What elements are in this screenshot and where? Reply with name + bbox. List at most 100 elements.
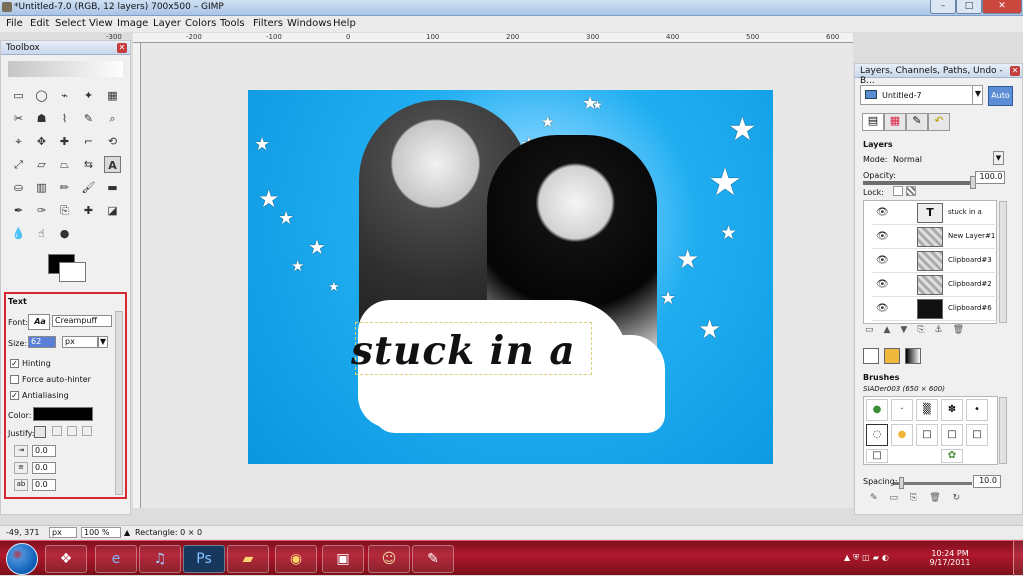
clone-icon[interactable]: ⎘ [56,202,73,219]
brushes-scrollbar[interactable] [999,397,1007,464]
align-icon[interactable]: ✚ [56,133,73,150]
image-canvas[interactable]: ★ ★ ★ ★ ★ ★ ★ ★ ★ ★ ★ ★ ★ ★ ★ ★ ★ ★ stuc… [248,90,773,464]
gradients-tab-icon[interactable] [905,348,921,364]
maximize-button[interactable]: □ [956,0,982,14]
minimize-button[interactable]: – [930,0,956,14]
menu-help[interactable]: Help [333,18,356,29]
windows-icon[interactable]: ❖ [45,545,87,573]
layers-scrollbar[interactable] [999,201,1007,323]
pencil-icon[interactable]: ✏ [56,179,73,196]
brush-item[interactable]: ● [866,399,888,421]
unit-menu[interactable]: px [49,527,77,538]
brush-item[interactable]: □ [916,424,938,446]
spacing-slider[interactable] [894,482,972,485]
menu-image[interactable]: Image [117,18,148,29]
foreground-select-icon[interactable]: ☗ [33,110,50,127]
auto-button[interactable]: Auto [988,86,1013,106]
lock-alpha-icon[interactable] [906,186,916,196]
indent-field[interactable]: 0.0 [32,445,56,457]
justify-fill-icon[interactable] [82,426,92,436]
opacity-slider[interactable] [863,181,975,185]
measure-icon[interactable]: ⌖ [10,133,27,150]
image-selector[interactable]: Untitled-7 [860,85,983,105]
airbrush-icon[interactable]: ✒ [10,202,27,219]
photoshop-icon[interactable]: Ps [183,545,225,573]
menu-windows[interactable]: Windows [287,18,332,29]
canvas-area[interactable]: ★ ★ ★ ★ ★ ★ ★ ★ ★ ★ ★ ★ ★ ★ ★ ★ ★ ★ stuc… [141,43,853,508]
menu-edit[interactable]: Edit [30,18,49,29]
clock[interactable]: 10:24 PM 9/17/2011 [928,549,972,567]
itunes-icon[interactable]: ♫ [139,545,181,573]
size-field[interactable]: 62 [28,336,56,348]
menu-file[interactable]: File [6,18,23,29]
brush-action-icons[interactable]: ✎▭⎘🗑↻ [870,493,1006,505]
brush-item[interactable]: □ [966,424,988,446]
brush-item[interactable]: ✽ [941,399,963,421]
mode-dropdown-icon[interactable]: ▼ [993,151,1004,165]
zoom-icon[interactable]: ⌕ [104,110,121,127]
text-color-swatch[interactable] [33,407,93,421]
brush-item[interactable]: ▒ [916,399,938,421]
paths-icon[interactable]: ⌇ [56,110,73,127]
unit-dropdown-icon[interactable]: ▼ [98,336,108,348]
patterns-tab-icon[interactable] [884,348,900,364]
lasso-icon[interactable]: ⌁ [56,87,73,104]
perspective-icon[interactable]: ⏢ [56,156,73,173]
panel-close-icon[interactable]: ✕ [1010,66,1020,76]
force-autohinter-checkbox[interactable] [10,375,19,384]
layer-row[interactable]: 👁 New Layer#1 [872,225,1004,249]
flip-icon[interactable]: ⇆ [80,156,97,173]
brush-item[interactable]: ◌ [866,424,888,446]
ink-icon[interactable]: ✑ [33,202,50,219]
brush-item[interactable]: ● [891,424,913,446]
brush-item[interactable]: • [966,399,988,421]
opacity-value[interactable]: 100.0 [975,171,1005,184]
justify-center-icon[interactable] [67,426,77,436]
brush-item[interactable]: □ [866,449,888,463]
rotate-icon[interactable]: ⟲ [104,133,121,150]
line-spacing-field[interactable]: 0.0 [32,462,56,474]
menu-layer[interactable]: Layer [153,18,181,29]
spacing-slider-thumb[interactable] [899,477,904,489]
font-field[interactable]: Creampuff [52,315,112,327]
scissors-icon[interactable]: ✂ [10,110,27,127]
layer-row[interactable]: 👁 Clipboard#2 [872,273,1004,297]
unit-select[interactable]: px [62,336,98,348]
brush-item[interactable]: · [891,399,913,421]
menu-tools[interactable]: Tools [220,18,245,29]
eraser-icon[interactable]: ▬ [104,179,121,196]
fuzzy-select-icon[interactable]: ✦ [80,87,97,104]
undo-tab-icon[interactable]: ↶ [928,113,950,131]
layers-tab-icon[interactable]: ▤ [862,113,884,131]
brushes-tab-icon[interactable] [863,348,879,364]
layer-row[interactable]: 👁 Tstuck in a [872,201,1004,225]
text-tool-icon[interactable]: A [104,156,121,173]
gimp-taskbar-icon[interactable]: ☺ [368,545,410,573]
justify-left-icon[interactable] [34,426,46,438]
options-scrollbar[interactable] [115,311,123,495]
blur-icon[interactable]: 💧 [10,225,27,242]
letter-spacing-field[interactable]: 0.0 [32,479,56,491]
scale-icon[interactable]: ⤢ [10,156,27,173]
menu-colors[interactable]: Colors [185,18,216,29]
internet-explorer-icon[interactable]: e [95,545,137,573]
dodge-burn-icon[interactable]: ● [56,225,73,242]
layers-action-icons[interactable]: ▭▲▼⎘⚓🗑 [865,325,1005,340]
zoom-menu[interactable]: 100 % [81,527,121,538]
close-button[interactable]: ✕ [982,0,1022,14]
layer-row[interactable]: 👁 Clipboard#3 [872,249,1004,273]
layer-row[interactable]: 👁 Clipboard#6 [872,297,1004,321]
blend-icon[interactable]: ▥ [33,179,50,196]
justify-right-icon[interactable] [52,426,62,436]
antialiasing-checkbox[interactable]: ✓ [10,391,19,400]
perspective-clone-icon[interactable]: ◪ [104,202,121,219]
move-icon[interactable]: ✥ [33,133,50,150]
folder-icon[interactable]: ▰ [227,545,269,573]
smudge-icon[interactable]: ☝ [33,225,50,242]
bucket-fill-icon[interactable]: ⛀ [10,179,27,196]
spacing-value[interactable]: 10.0 [973,475,1001,488]
paths-tab-icon[interactable]: ✎ [906,113,928,131]
lock-pixels-icon[interactable] [893,186,903,196]
brush-item[interactable]: ✿ [941,449,963,463]
rect-select-icon[interactable]: ▭ [10,87,27,104]
